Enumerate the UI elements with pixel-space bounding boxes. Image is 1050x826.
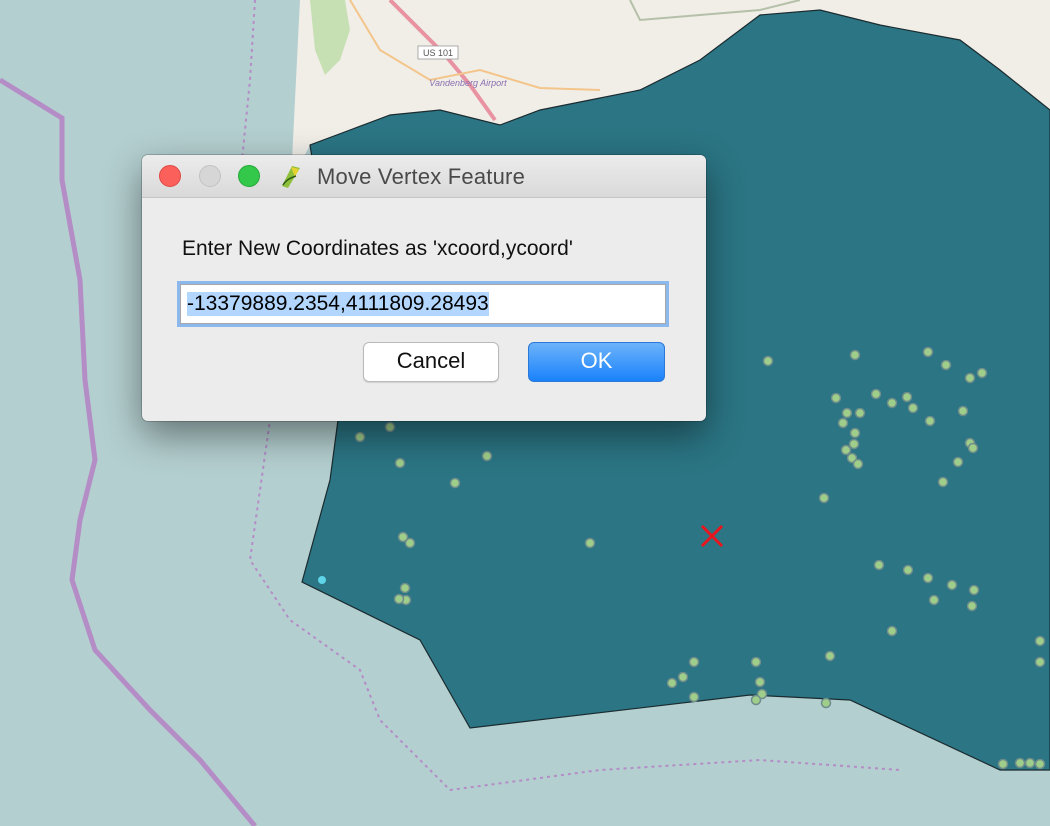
road-shield: US 101 [417, 45, 459, 60]
point-feature [849, 349, 861, 361]
point-feature [762, 355, 774, 367]
vertex-point [318, 576, 326, 584]
qgis-icon [282, 166, 300, 188]
ok-button[interactable]: OK [528, 342, 665, 382]
point-feature [449, 477, 461, 489]
point-feature [901, 391, 913, 403]
coordinates-prompt-label: Enter New Coordinates as 'xcoord,ycoord' [182, 237, 573, 260]
move-vertex-dialog: Move Vertex Feature Enter New Coordinate… [142, 155, 706, 421]
point-feature [907, 402, 919, 414]
point-feature [886, 397, 898, 409]
point-feature [384, 421, 396, 433]
point-feature [922, 346, 934, 358]
point-feature [937, 476, 949, 488]
point-feature [997, 758, 1009, 770]
road-shield-text: US 101 [423, 48, 453, 58]
point-feature [841, 407, 853, 419]
point-feature [922, 572, 934, 584]
point-feature [924, 415, 936, 427]
point-feature [394, 457, 406, 469]
point-feature [928, 594, 940, 606]
point-feature [848, 438, 860, 450]
point-feature [849, 427, 861, 439]
dialog-titlebar[interactable]: Move Vertex Feature [142, 155, 706, 198]
maximize-window-button[interactable] [238, 165, 260, 187]
point-feature [1014, 757, 1026, 769]
point-feature [1034, 758, 1046, 770]
point-feature [940, 359, 952, 371]
point-feature [820, 697, 832, 709]
point-feature [946, 579, 958, 591]
place-label: Vandenberg Airport [429, 78, 507, 88]
point-feature [354, 431, 366, 443]
point-feature [666, 677, 678, 689]
dialog-title: Move Vertex Feature [317, 164, 526, 189]
point-feature [837, 417, 849, 429]
point-feature [584, 537, 596, 549]
point-feature [852, 458, 864, 470]
point-feature [481, 450, 493, 462]
point-feature [886, 625, 898, 637]
point-feature [964, 372, 976, 384]
point-feature [966, 600, 978, 612]
point-feature [870, 388, 882, 400]
point-feature [902, 564, 914, 576]
point-feature [873, 559, 885, 571]
point-feature [404, 537, 416, 549]
point-feature [854, 407, 866, 419]
point-feature [957, 405, 969, 417]
point-feature [830, 392, 842, 404]
point-feature [840, 444, 852, 456]
point-feature [968, 584, 980, 596]
coordinates-input[interactable] [180, 284, 666, 324]
point-feature [976, 367, 988, 379]
point-feature [1034, 635, 1046, 647]
point-feature [677, 671, 689, 683]
point-feature [824, 650, 836, 662]
point-feature [967, 442, 979, 454]
point-feature [952, 456, 964, 468]
point-feature [750, 656, 762, 668]
cancel-button[interactable]: Cancel [363, 342, 499, 382]
close-window-button[interactable] [159, 165, 181, 187]
point-feature [688, 656, 700, 668]
point-feature [399, 582, 411, 594]
point-feature [393, 593, 405, 605]
point-feature [688, 691, 700, 703]
minimize-window-button[interactable] [199, 165, 221, 187]
point-feature [750, 694, 762, 706]
point-feature [1034, 656, 1046, 668]
point-feature [754, 676, 766, 688]
point-feature [1024, 757, 1036, 769]
point-feature [818, 492, 830, 504]
